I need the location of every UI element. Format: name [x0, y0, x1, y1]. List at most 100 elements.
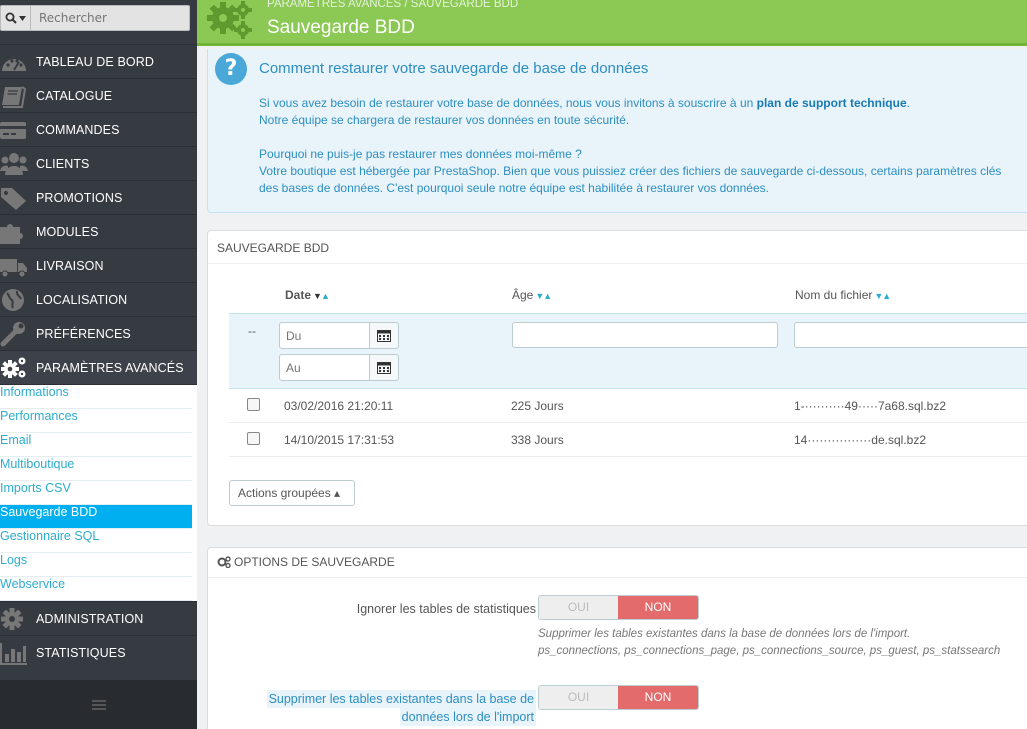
- help-line-3: Pourquoi ne puis-je pas restaurer mes do…: [259, 147, 582, 161]
- page-title: Sauvegarde BDD: [267, 17, 415, 38]
- sidebar-item-label: TABLEAU DE BORD: [36, 55, 154, 69]
- sidebar-item-label: MODULES: [36, 225, 99, 239]
- breadcrumb[interactable]: PARAMÈTRES AVANCÉS / SAUVEGARDE BDD: [267, 0, 518, 10]
- help-line-4: Votre boutique est hébergée par PrestaSh…: [259, 164, 1002, 178]
- column-age[interactable]: Âge ▼▲: [512, 288, 552, 302]
- gears-icon: [207, 1, 252, 39]
- sidebar-item-label: PRÉFÉRENCES: [36, 327, 131, 341]
- sidebar-item-preferences[interactable]: PRÉFÉRENCES: [0, 316, 197, 350]
- bulk-actions-button[interactable]: Actions groupées ▴: [229, 480, 355, 506]
- sidebar-item-statistiques[interactable]: STATISTIQUES: [0, 635, 197, 669]
- drop-tables-label-line2: données lors de l'import: [399, 708, 536, 726]
- sort-arrows-icon[interactable]: ▼▲: [874, 291, 891, 301]
- search-button[interactable]: [1, 6, 31, 30]
- sidebar-item-label: CATALOGUE: [36, 89, 113, 103]
- sidebar-item-label: ADMINISTRATION: [36, 612, 144, 626]
- help-text: Si vous avez besoin de restaurer votre b…: [259, 96, 757, 110]
- sidebar-item-label: PROMOTIONS: [36, 191, 123, 205]
- cell-filename[interactable]: 14················de.sql.bz2: [794, 433, 926, 447]
- backup-panel: SAUVEGARDE BDD Date ▼▲ Âge ▼▲ Nom du fichi…: [207, 230, 1027, 526]
- sidebar-item-modules[interactable]: MODULES: [0, 214, 197, 248]
- submenu-item[interactable]: Webservice: [0, 577, 192, 601]
- submenu-item[interactable]: Sauvegarde BDD: [0, 505, 192, 529]
- sidebar-item-administration[interactable]: ADMINISTRATION: [0, 601, 197, 635]
- table-row[interactable]: 14/10/2015 17:31:53 338 Jours 14··········…: [229, 423, 1027, 457]
- help-line-5: des bases de données. C'est pourquoi seu…: [259, 181, 769, 195]
- switch-no[interactable]: NON: [618, 686, 698, 709]
- sidebar-item-clients[interactable]: CLIENTS: [0, 146, 197, 180]
- calendar-button[interactable]: [370, 322, 399, 349]
- page-header: PARAMÈTRES AVANCÉS / SAUVEGARDE BDD Sauv…: [197, 0, 1027, 46]
- table-row[interactable]: 03/02/2016 21:20:11 225 Jours 1-··········…: [229, 389, 1027, 423]
- drop-tables-switch[interactable]: OUI NON: [538, 685, 699, 710]
- submenu-advanced: Informations Performances Email Multiboutiq…: [0, 384, 197, 601]
- sidebar-item-livraison[interactable]: LIVRAISON: [0, 248, 197, 282]
- row-checkbox[interactable]: [247, 398, 260, 411]
- submenu-item[interactable]: Email: [0, 433, 192, 457]
- submenu-item[interactable]: Performances: [0, 409, 192, 433]
- search-area: [0, 0, 197, 44]
- truck-icon: [0, 253, 28, 279]
- options-heading: OPTIONS DE SAUVEGARDE: [208, 548, 1027, 578]
- sidebar-item-label: CLIENTS: [36, 157, 90, 171]
- hamburger-icon: [91, 699, 106, 710]
- column-date-label: Date: [285, 288, 312, 302]
- ignore-stats-label: Ignorer les tables de statistiques: [356, 602, 536, 616]
- ignore-stats-switch[interactable]: OUI NON: [538, 595, 699, 620]
- help-title: Comment restaurer votre sauvegarde de ba…: [259, 60, 649, 77]
- switch-no[interactable]: NON: [618, 596, 698, 619]
- wrench-icon: [0, 321, 28, 347]
- options-heading-label: OPTIONS DE SAUVEGARDE: [234, 555, 395, 569]
- search-input[interactable]: [31, 6, 189, 30]
- age-filter-input[interactable]: [512, 322, 778, 348]
- sidebar-collapse[interactable]: [0, 680, 197, 729]
- sidebar-item-promotions[interactable]: PROMOTIONS: [0, 180, 197, 214]
- column-filename-label: Nom du fichier: [795, 288, 873, 302]
- date-from-input[interactable]: [279, 322, 370, 349]
- submenu-item[interactable]: Gestionnaire SQL: [0, 529, 192, 553]
- switch-yes[interactable]: OUI: [539, 596, 618, 619]
- sidebar-item-label: LIVRAISON: [36, 259, 104, 273]
- users-icon: [0, 151, 28, 177]
- globe-icon: [0, 287, 28, 313]
- column-date[interactable]: Date ▼▲: [285, 288, 330, 302]
- sort-arrows-icon[interactable]: ▼▲: [535, 291, 552, 301]
- cell-age: 225 Jours: [511, 399, 564, 413]
- help-line-1: Si vous avez besoin de restaurer votre b…: [259, 96, 910, 110]
- sidebar-item-localisation[interactable]: LOCALISATION: [0, 282, 197, 316]
- search-icon: [5, 12, 17, 24]
- cell-filename[interactable]: 1-··········49·····7a68.sql.bz2: [794, 399, 946, 413]
- support-plan-link[interactable]: plan de support technique: [757, 96, 907, 110]
- sort-arrows-icon[interactable]: ▼▲: [313, 291, 330, 301]
- row-checkbox[interactable]: [247, 432, 260, 445]
- sidebar-item-tableau-de-bord[interactable]: TABLEAU DE BORD: [0, 44, 197, 78]
- question-icon: ?: [215, 53, 247, 85]
- gears-icon: [0, 355, 28, 381]
- submenu-item[interactable]: Informations: [0, 385, 192, 409]
- calendar-button[interactable]: [370, 354, 399, 381]
- sidebar: TABLEAU DE BORD CATALOGUE COMMANDES CLIENTS…: [0, 0, 197, 729]
- sidebar-item-commandes[interactable]: COMMANDES: [0, 112, 197, 146]
- sidebar-item-parametres-avances[interactable]: PARAMÈTRES AVANCÉS: [0, 350, 197, 384]
- switch-yes[interactable]: OUI: [539, 686, 618, 709]
- ignore-stats-help-1: Supprimer les tables existantes dans la …: [538, 628, 911, 640]
- book-icon: [0, 83, 28, 109]
- puzzle-icon: [0, 219, 28, 245]
- cell-date: 03/02/2016 21:20:11: [284, 399, 394, 413]
- ignore-stats-help-2: ps_connections, ps_connections_page, ps_…: [538, 645, 1001, 657]
- submenu-item[interactable]: Multiboutique: [0, 457, 192, 481]
- submenu-item[interactable]: Imports CSV: [0, 481, 192, 505]
- sidebar-item-label: PARAMÈTRES AVANCÉS: [36, 361, 184, 375]
- drop-tables-label-line1: Supprimer les tables existantes dans la …: [266, 690, 536, 708]
- submenu-item[interactable]: Logs: [0, 553, 192, 577]
- filename-filter-input[interactable]: [794, 322, 1027, 348]
- panel-heading: SAUVEGARDE BDD: [208, 231, 1027, 264]
- gear-icon: [0, 606, 28, 632]
- sidebar-item-catalogue[interactable]: CATALOGUE: [0, 78, 197, 112]
- sidebar-item-label: COMMANDES: [36, 123, 120, 137]
- credit-card-icon: [0, 117, 28, 143]
- tag-icon: [0, 185, 28, 211]
- column-filename[interactable]: Nom du fichier ▼▲: [795, 288, 891, 302]
- calendar-icon: [377, 330, 391, 342]
- date-to-input[interactable]: [279, 354, 370, 381]
